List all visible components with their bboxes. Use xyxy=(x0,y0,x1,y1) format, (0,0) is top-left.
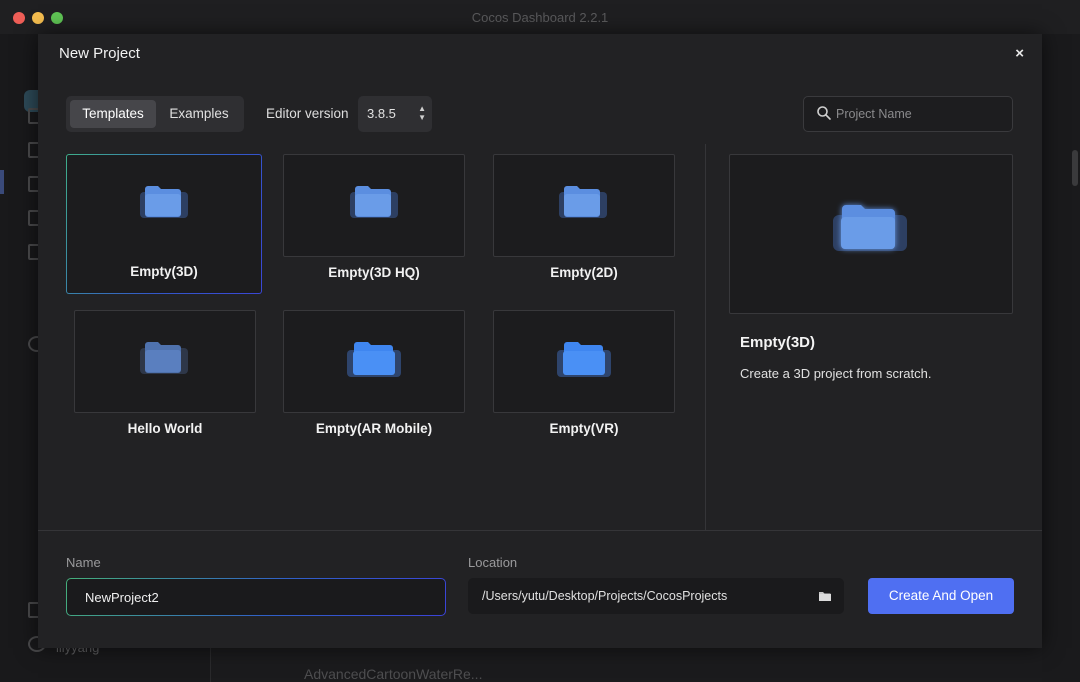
template-card-empty-3d[interactable]: Empty(3D) xyxy=(66,154,264,296)
search-icon xyxy=(817,106,831,120)
folder-icon xyxy=(350,186,398,218)
window-title: Cocos Dashboard 2.2.1 xyxy=(471,10,609,25)
window-titlebar: Cocos Dashboard 2.2.1 xyxy=(0,0,1080,34)
tab-examples[interactable]: Examples xyxy=(158,100,240,128)
search-input[interactable] xyxy=(836,97,1004,131)
background-scrollbar xyxy=(1072,150,1078,186)
create-and-open-button[interactable]: Create And Open xyxy=(868,578,1014,614)
project-name-field xyxy=(66,578,446,616)
location-label: Location xyxy=(468,555,518,570)
template-label: Empty(VR) xyxy=(549,421,619,436)
dialog-header: New Project × xyxy=(38,34,1042,74)
project-name-input[interactable] xyxy=(85,579,425,615)
template-card-empty-ar-mobile[interactable]: Empty(AR Mobile) xyxy=(283,310,465,440)
template-label: Empty(3D) xyxy=(130,264,198,279)
editor-version-value: 3.8.5 xyxy=(367,106,396,121)
folder-icon xyxy=(557,342,611,377)
folder-icon xyxy=(140,342,188,374)
location-path: /Users/yutu/Desktop/Projects/CocosProjec… xyxy=(482,589,728,603)
background-content-edge xyxy=(1042,34,1080,682)
new-project-dialog: New Project × Templates Examples Editor … xyxy=(38,34,1042,648)
template-card-hello-world[interactable]: Hello World xyxy=(74,310,256,440)
preview-title: Empty(3D) xyxy=(740,334,816,351)
preview-description: Create a 3D project from scratch. xyxy=(740,366,932,381)
template-label: Empty(3D HQ) xyxy=(328,265,420,280)
editor-version-label: Editor version xyxy=(266,106,349,121)
template-label: Hello World xyxy=(127,421,203,436)
folder-icon xyxy=(140,186,188,218)
project-search xyxy=(803,96,1013,132)
location-field[interactable]: /Users/yutu/Desktop/Projects/CocosProjec… xyxy=(468,578,844,614)
sidebar-selection-indicator xyxy=(0,170,4,194)
folder-icon xyxy=(347,342,401,377)
template-preview xyxy=(729,154,1013,314)
panel-divider xyxy=(705,144,706,530)
template-source-tabs: Templates Examples xyxy=(66,96,244,132)
folder-icon xyxy=(559,186,607,218)
template-label: Empty(AR Mobile) xyxy=(315,421,433,436)
folder-icon xyxy=(833,205,907,251)
background-project-item: AdvancedCartoonWaterRe... xyxy=(304,666,483,682)
template-label: Empty(2D) xyxy=(550,265,618,280)
template-card-empty-2d[interactable]: Empty(2D) xyxy=(493,154,675,296)
up-down-chevron-icon: ▲ ▼ xyxy=(418,104,426,122)
footer-divider xyxy=(38,530,1042,531)
close-icon[interactable]: × xyxy=(1015,45,1024,62)
folder-browse-icon[interactable] xyxy=(818,590,832,602)
editor-version-select[interactable]: 3.8.5 ▲ ▼ xyxy=(358,96,432,132)
template-card-empty-vr[interactable]: Empty(VR) xyxy=(493,310,675,440)
dialog-title: New Project xyxy=(59,45,140,62)
name-label: Name xyxy=(66,555,101,570)
template-card-empty-3d-hq[interactable]: Empty(3D HQ) xyxy=(283,154,465,296)
tab-templates[interactable]: Templates xyxy=(70,100,156,128)
